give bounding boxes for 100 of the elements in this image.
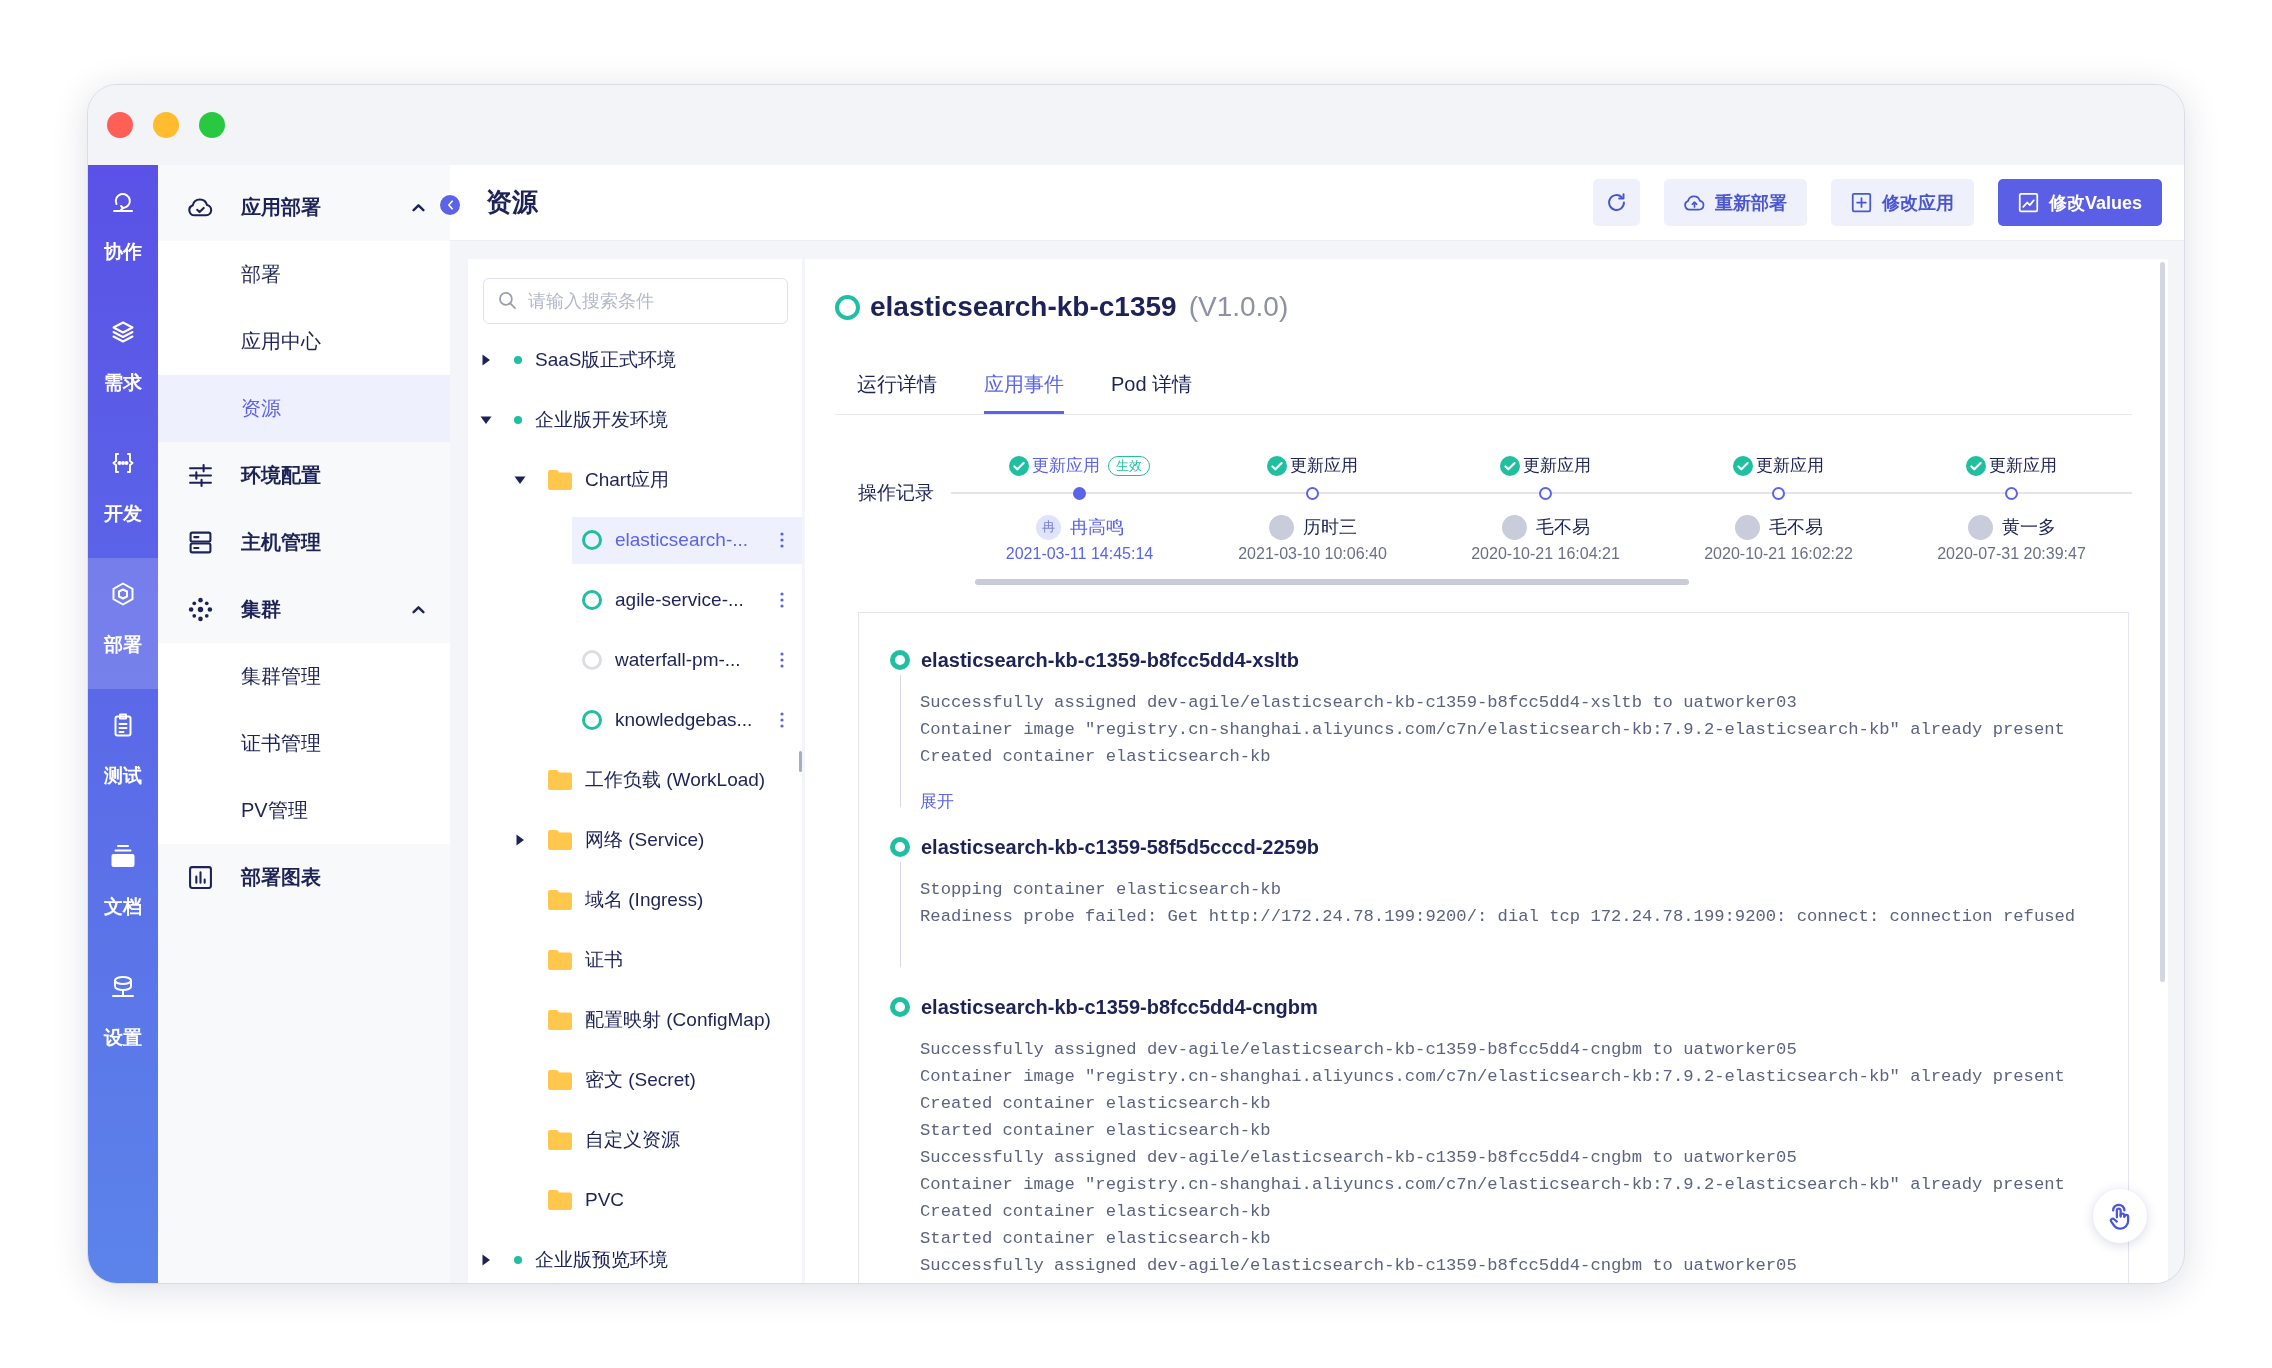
- tree-node[interactable]: 密文 (Secret): [538, 1056, 802, 1104]
- folder-icon: [548, 950, 572, 970]
- tree-node[interactable]: waterfall-pm-...: [572, 636, 802, 684]
- action-label: 更新应用: [1756, 455, 1824, 476]
- history-label: 操作记录: [858, 482, 935, 504]
- nav-item[interactable]: 环境配置: [158, 442, 450, 509]
- caret-right-icon[interactable]: [514, 834, 526, 846]
- log-line: Successfully assigned dev-agile/elasticsearch-kb-c1359-b8fcc5dd4-cngbm to uatworker05: [920, 1039, 1798, 1061]
- tree-node[interactable]: Chart应用: [538, 456, 802, 504]
- timeline-dot-icon[interactable]: [1772, 487, 1785, 500]
- chart-square-icon: [2017, 192, 2039, 213]
- tree-node[interactable]: 企业版开发环境: [504, 396, 802, 444]
- chevron-up-icon[interactable]: [412, 203, 425, 212]
- toolbar-button[interactable]: 修改应用: [1830, 179, 1974, 226]
- nav-subitem[interactable]: 部署: [158, 241, 450, 308]
- rail-item[interactable]: 文档: [88, 820, 158, 951]
- log-line: Container image "registry.cn-shanghai.aliyuncs.com/c7n/elasticsearch-kb:7.9.2-elasticsearch-kb" already present: [920, 1174, 2066, 1196]
- folder-icon: [548, 1130, 572, 1150]
- search-icon: [498, 291, 517, 310]
- log-line: Container image "registry.cn-shanghai.aliyuncs.com/c7n/elasticsearch-kb:7.9.2-elasticsearch-kb" already present: [920, 719, 2066, 741]
- toolbar-button[interactable]: 重新部署: [1663, 179, 1807, 226]
- tree-node[interactable]: elasticsearch-...: [572, 516, 802, 564]
- scrollbar-thumb[interactable]: [2160, 262, 2165, 982]
- avatar-placeholder: [1734, 514, 1760, 540]
- user-name: 黄一多: [2001, 516, 2056, 539]
- more-vertical-icon[interactable]: [780, 532, 784, 548]
- floating-action-button[interactable]: [2093, 1189, 2147, 1243]
- more-vertical-icon[interactable]: [780, 592, 784, 608]
- caret-right-icon[interactable]: [480, 354, 492, 366]
- code-braces-icon: [111, 451, 135, 475]
- folder-icon: [548, 1070, 572, 1090]
- database-icon: [111, 975, 135, 999]
- tree-node[interactable]: 域名 (Ingress): [538, 876, 802, 924]
- rail-item[interactable]: 测试: [88, 689, 158, 820]
- timeline-dot-icon[interactable]: [1306, 487, 1319, 500]
- refresh-icon: [1605, 192, 1627, 213]
- cluster-dots-icon: [188, 597, 213, 622]
- nav-subitem[interactable]: 集群管理: [158, 643, 450, 710]
- rail-item[interactable]: 需求: [88, 296, 158, 427]
- scrollbar-thumb[interactable]: [975, 579, 1689, 585]
- server-icon: [188, 530, 213, 555]
- log-line: Successfully assigned dev-agile/elasticsearch-kb-c1359-b8fcc5dd4-cngbm to uatworker05: [920, 1147, 1798, 1169]
- avatar-placeholder: [1268, 514, 1294, 540]
- page-title: 资源: [486, 186, 538, 219]
- avatar-placeholder: [1967, 514, 1993, 540]
- timeline-dot-icon[interactable]: [1073, 487, 1086, 500]
- timeline-ring-icon: [890, 997, 910, 1017]
- clipboard-icon: [111, 713, 135, 737]
- rail-item[interactable]: 协作: [88, 165, 158, 296]
- timestamp: 2020-07-31 20:39:47: [1937, 544, 2086, 564]
- scrollbar-thumb[interactable]: [799, 751, 802, 772]
- more-vertical-icon[interactable]: [780, 712, 784, 728]
- more-vertical-icon[interactable]: [780, 652, 784, 668]
- log-line: Successfully assigned dev-agile/elasticsearch-kb-c1359-b8fcc5dd4-cngbm to uatworker05: [920, 1255, 1798, 1277]
- log-line: Container image "registry.cn-shanghai.aliyuncs.com/c7n/elasticsearch-kb:7.9.2-elasticsearch-kb" already present: [920, 1066, 2066, 1088]
- chevron-up-icon[interactable]: [412, 605, 425, 614]
- tree-node[interactable]: agile-service-...: [572, 576, 802, 624]
- tree-node[interactable]: SaaS版正式环境: [504, 336, 802, 384]
- tree-node[interactable]: PVC: [538, 1176, 802, 1224]
- caret-down-icon[interactable]: [514, 474, 526, 486]
- tree-node[interactable]: 企业版预览环境: [504, 1236, 802, 1283]
- tree-node[interactable]: 工作负载 (WorkLoad): [538, 756, 802, 804]
- timeline-dot-icon[interactable]: [1539, 487, 1552, 500]
- nav-subitem[interactable]: 资源: [158, 375, 450, 442]
- search-field[interactable]: 请输入搜索条件: [483, 278, 788, 324]
- tab[interactable]: 运行详情: [857, 354, 937, 414]
- nav-subitem[interactable]: PV管理: [158, 777, 450, 844]
- nav-item[interactable]: 主机管理: [158, 509, 450, 576]
- toolbar-button[interactable]: 修改Values: [1997, 179, 2162, 226]
- action-label: 更新应用: [1032, 455, 1100, 476]
- nav-subitem[interactable]: 应用中心: [158, 308, 450, 375]
- refresh-button[interactable]: [1592, 179, 1640, 226]
- nav-item[interactable]: 集群: [158, 576, 450, 643]
- tab[interactable]: 应用事件: [984, 354, 1064, 414]
- tree-node[interactable]: knowledgebas...: [572, 696, 802, 744]
- user-name: 毛不易: [1535, 516, 1590, 539]
- expand-link[interactable]: 展开: [920, 789, 954, 813]
- user-name: 历时三: [1302, 516, 1357, 539]
- app-name: elasticsearch-kb-c1359: [870, 291, 1177, 323]
- tree-node[interactable]: 自定义资源: [538, 1116, 802, 1164]
- timeline-dot-icon[interactable]: [2005, 487, 2018, 500]
- nav-subitem[interactable]: 证书管理: [158, 710, 450, 777]
- action-label: 更新应用: [1989, 455, 2057, 476]
- layers-icon: [111, 320, 135, 344]
- user-name: 毛不易: [1768, 516, 1823, 539]
- timestamp: 2020-10-21 16:02:22: [1704, 544, 1853, 564]
- caret-right-icon[interactable]: [480, 1254, 492, 1266]
- rail-item[interactable]: 开发: [88, 427, 158, 558]
- rail-item[interactable]: 设置: [88, 951, 158, 1082]
- close-icon[interactable]: [107, 112, 133, 138]
- caret-down-icon[interactable]: [480, 414, 492, 426]
- check-circle-icon: [1267, 456, 1287, 476]
- nav-item[interactable]: 应用部署: [158, 174, 450, 241]
- tree-node[interactable]: 网络 (Service): [538, 816, 802, 864]
- cube-icon: [111, 582, 135, 606]
- tree-node[interactable]: 配置映射 (ConfigMap): [538, 996, 802, 1044]
- tree-node[interactable]: 证书: [538, 936, 802, 984]
- nav-item[interactable]: 部署图表: [158, 844, 450, 911]
- tab[interactable]: Pod 详情: [1111, 354, 1193, 414]
- sliders-icon: [188, 463, 213, 488]
